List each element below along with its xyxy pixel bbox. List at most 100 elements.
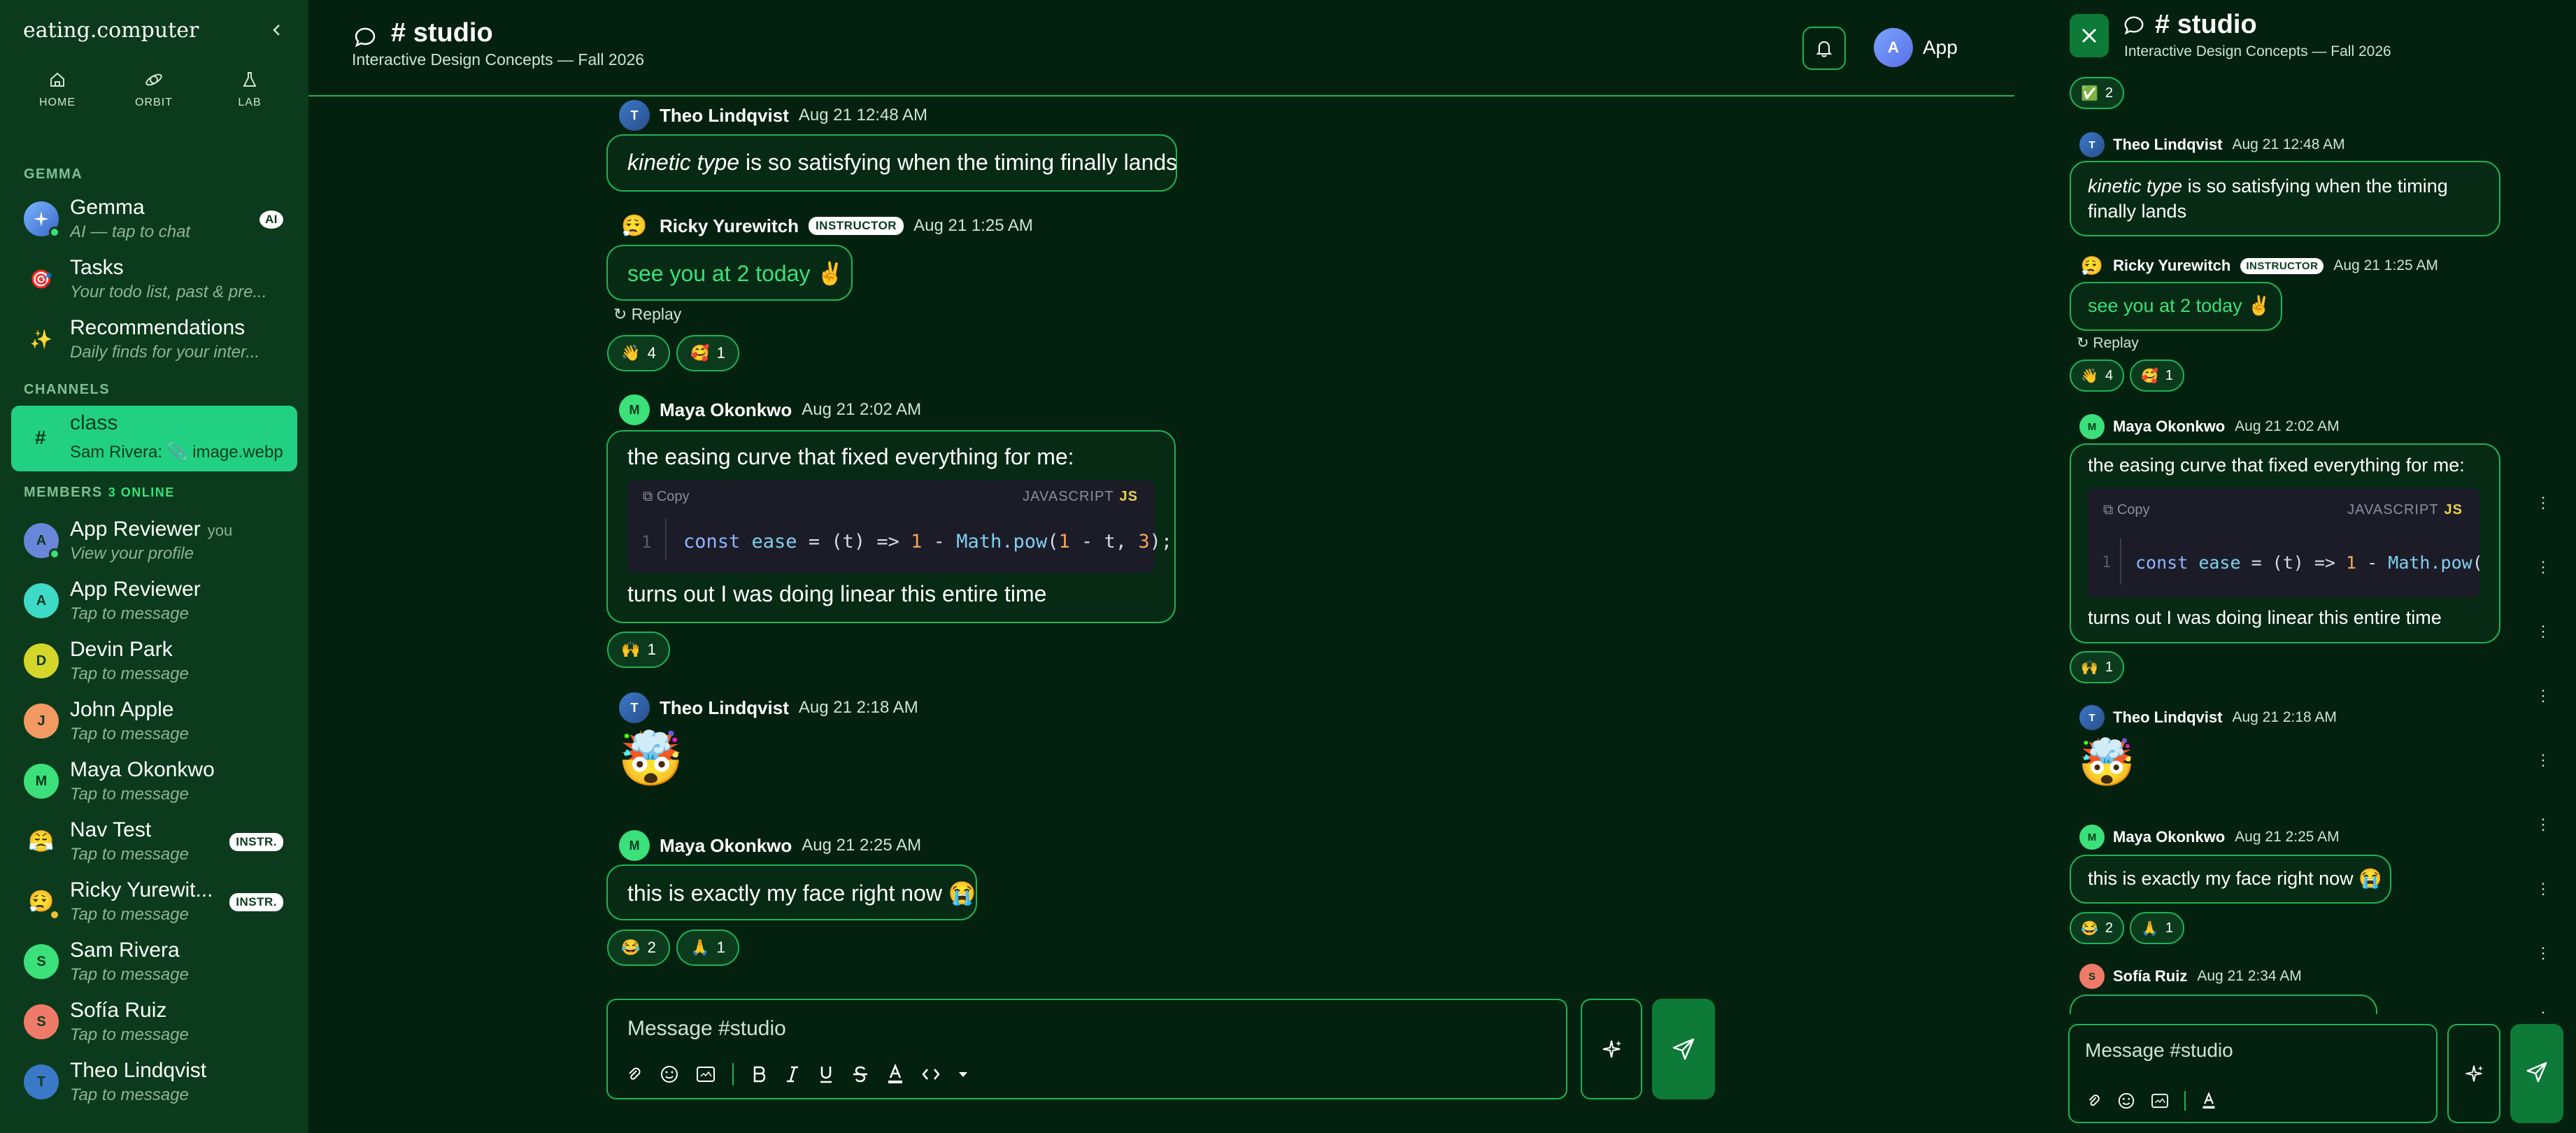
avatar-emoji[interactable]: 😮‍💨 bbox=[619, 211, 650, 241]
reaction-chip[interactable]: 👋 4 bbox=[607, 335, 670, 371]
user-label[interactable]: App bbox=[1923, 36, 1958, 59]
message-bubble[interactable]: this is exactly my face right now 😭 bbox=[606, 864, 977, 920]
reaction-chip[interactable]: 😂 2 bbox=[2070, 912, 2124, 944]
more-formatting-icon[interactable] bbox=[958, 1070, 969, 1078]
emoji-icon[interactable] bbox=[2117, 1092, 2135, 1110]
author-name[interactable]: Theo Lindqvist bbox=[2113, 708, 2222, 727]
message-bubble[interactable]: kinetic type is so satisfying when the t… bbox=[2070, 161, 2500, 236]
message-composer[interactable]: Message #studio bbox=[606, 999, 1567, 1099]
message-bubble[interactable]: this is exactly my face right now 😭 bbox=[2070, 855, 2391, 904]
message-bubble[interactable]: see you at 2 today ✌️ bbox=[2070, 282, 2282, 331]
replay-button[interactable]: ↻ Replay bbox=[613, 305, 681, 324]
more-options-icon[interactable]: ⋮ bbox=[2535, 753, 2551, 768]
reaction-chip[interactable]: ✅ 2 bbox=[2070, 77, 2124, 109]
author-name[interactable]: Theo Lindqvist bbox=[2113, 136, 2222, 154]
reaction-chip[interactable]: 🥰 1 bbox=[676, 335, 739, 371]
member-item[interactable]: S Sam Rivera Tap to message bbox=[11, 932, 297, 992]
sidebar-item-recommendations[interactable]: ✨ Recommendations Daily finds for your i… bbox=[11, 309, 297, 369]
avatar[interactable]: T bbox=[619, 692, 650, 723]
member-item[interactable]: 😮‍💨 Ricky Yurewit... Tap to message INSTR. bbox=[11, 871, 297, 932]
notifications-button[interactable] bbox=[1802, 27, 1846, 70]
brand-logo[interactable]: eating.computer bbox=[23, 18, 199, 43]
avatar[interactable]: M bbox=[619, 394, 650, 425]
reaction-chip[interactable]: 🙌 1 bbox=[2070, 651, 2124, 683]
more-options-icon[interactable]: ⋮ bbox=[2535, 817, 2551, 832]
sidebar-item-tasks[interactable]: 🎯 Tasks Your todo list, past & pre... bbox=[11, 249, 297, 309]
reaction-chip[interactable]: 🥰 1 bbox=[2130, 359, 2184, 392]
panel-ai-assist-button[interactable] bbox=[2447, 1024, 2500, 1123]
ai-assist-button[interactable] bbox=[1581, 999, 1642, 1099]
more-options-icon[interactable]: ⋮ bbox=[2535, 624, 2551, 639]
member-item[interactable]: 😤 Nav Test Tap to message INSTR. bbox=[11, 811, 297, 871]
collapse-sidebar-icon[interactable] bbox=[269, 22, 285, 38]
member-item[interactable]: M Maya Okonkwo Tap to message bbox=[11, 751, 297, 811]
more-options-icon[interactable]: ⋮ bbox=[2535, 946, 2551, 961]
avatar[interactable]: T bbox=[619, 100, 650, 131]
avatar[interactable]: T bbox=[2079, 705, 2105, 730]
avatar[interactable]: M bbox=[2079, 825, 2105, 850]
gif-icon[interactable] bbox=[2151, 1093, 2169, 1109]
panel-message-input[interactable]: Message #studio bbox=[2085, 1039, 2233, 1062]
text-color-icon[interactable] bbox=[886, 1064, 904, 1085]
strikethrough-icon[interactable] bbox=[851, 1065, 869, 1083]
member-item[interactable]: D Devin Park Tap to message bbox=[11, 631, 297, 691]
message-input[interactable]: Message #studio bbox=[627, 1017, 786, 1041]
author-name[interactable]: Ricky Yurewitch bbox=[2113, 257, 2230, 275]
member-item[interactable]: J John Apple Tap to message bbox=[11, 691, 297, 751]
emoji-message[interactable]: 🤯 bbox=[2078, 736, 2135, 790]
message-bubble[interactable]: see you at 2 today ✌️ bbox=[606, 245, 853, 301]
attach-icon[interactable] bbox=[625, 1065, 643, 1083]
author-name[interactable]: Maya Okonkwo bbox=[2113, 418, 2225, 436]
copy-code-button[interactable]: ⧉ Copy bbox=[2103, 502, 2150, 518]
underline-icon[interactable] bbox=[818, 1064, 834, 1084]
code-icon[interactable] bbox=[921, 1066, 941, 1083]
author-name[interactable]: Theo Lindqvist bbox=[660, 697, 789, 719]
member-item[interactable]: T Theo Lindqvist Tap to message bbox=[11, 1052, 297, 1112]
reaction-chip[interactable]: 👋 4 bbox=[2070, 359, 2124, 392]
author-name[interactable]: Maya Okonkwo bbox=[2113, 828, 2225, 846]
nav-home[interactable]: HOME bbox=[19, 70, 96, 109]
panel-message-composer[interactable]: Message #studio bbox=[2068, 1024, 2438, 1123]
more-options-icon[interactable]: ⋮ bbox=[2535, 560, 2551, 575]
author-name[interactable]: Sofía Ruiz bbox=[2113, 967, 2187, 985]
gif-icon[interactable] bbox=[696, 1066, 716, 1083]
member-item[interactable]: S Sofía Ruiz Tap to message bbox=[11, 992, 297, 1052]
member-item[interactable]: A App Reviewer you View your profile bbox=[11, 511, 297, 571]
attach-icon[interactable] bbox=[2085, 1092, 2102, 1109]
text-color-icon[interactable] bbox=[2201, 1092, 2216, 1110]
avatar[interactable]: M bbox=[2079, 414, 2105, 439]
reaction-chip[interactable]: 🙌 1 bbox=[607, 632, 670, 668]
message-bubble[interactable]: kinetic type is so satisfying when the t… bbox=[606, 134, 1177, 192]
message-bubble[interactable]: the easing curve that fixed everything f… bbox=[2070, 443, 2500, 643]
emoji-message[interactable]: 🤯 bbox=[618, 727, 684, 790]
author-name[interactable]: Theo Lindqvist bbox=[660, 105, 789, 127]
replay-button[interactable]: ↻ Replay bbox=[2077, 334, 2139, 352]
message-bubble[interactable]: the easing curve that fixed everything f… bbox=[606, 430, 1176, 623]
channel-class[interactable]: # class Sam Rivera: 📎 image.webp bbox=[11, 406, 297, 471]
more-options-icon[interactable]: ⋮ bbox=[2535, 495, 2551, 511]
panel-send-button[interactable] bbox=[2510, 1024, 2563, 1123]
author-name[interactable]: Maya Okonkwo bbox=[660, 835, 792, 857]
author-name[interactable]: Ricky Yurewitch bbox=[660, 215, 799, 237]
more-options-icon[interactable]: ⋮ bbox=[2535, 688, 2551, 704]
author-name[interactable]: Maya Okonkwo bbox=[660, 399, 792, 421]
avatar[interactable]: T bbox=[2079, 132, 2105, 157]
more-options-icon[interactable]: ⋮ bbox=[2535, 881, 2551, 897]
italic-icon[interactable] bbox=[784, 1065, 801, 1083]
reaction-chip[interactable]: 😂 2 bbox=[607, 929, 670, 966]
avatar[interactable]: S bbox=[2079, 964, 2105, 989]
copy-code-button[interactable]: ⧉ Copy bbox=[643, 489, 690, 505]
send-button[interactable] bbox=[1652, 999, 1715, 1099]
reaction-chip[interactable]: 🙏 1 bbox=[676, 929, 739, 966]
member-item[interactable]: A App Reviewer Tap to message bbox=[11, 571, 297, 631]
close-panel-button[interactable] bbox=[2070, 14, 2109, 57]
avatar[interactable]: M bbox=[619, 830, 650, 861]
nav-orbit[interactable]: ORBIT bbox=[115, 70, 192, 109]
nav-lab[interactable]: LAB bbox=[211, 70, 288, 109]
avatar-emoji[interactable]: 😮‍💨 bbox=[2079, 253, 2105, 278]
emoji-icon[interactable] bbox=[660, 1064, 679, 1084]
user-avatar[interactable]: A bbox=[1874, 28, 1913, 67]
bold-icon[interactable] bbox=[750, 1065, 767, 1083]
sidebar-item-gemma[interactable]: Gemma AI — tap to chat AI bbox=[11, 189, 297, 249]
reaction-chip[interactable]: 🙏 1 bbox=[2130, 912, 2184, 944]
